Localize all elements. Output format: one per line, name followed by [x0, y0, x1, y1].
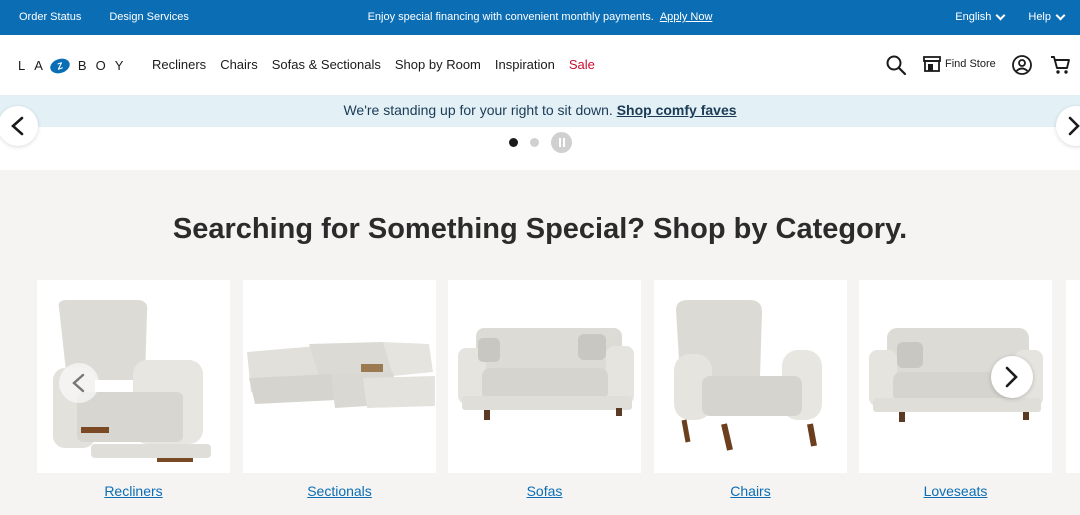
logo-text-left: LA: [18, 58, 52, 73]
sectional-image: [247, 342, 435, 408]
lazboy-logo[interactable]: LA Z BOY: [18, 55, 133, 76]
find-store-label: Find Store: [945, 58, 996, 70]
help-label: Help: [1028, 11, 1051, 23]
chevron-right-icon: [1068, 116, 1080, 136]
chair-image: [674, 300, 822, 451]
cart-icon[interactable]: [1050, 54, 1072, 76]
category-prev-button[interactable]: [59, 363, 99, 403]
store-icon: [923, 56, 941, 72]
main-navigation: LA Z BOY Recliners Chairs Sofas & Sectio…: [0, 35, 1080, 95]
chevron-down-icon: [1055, 10, 1066, 20]
chevron-down-icon: [995, 10, 1006, 20]
category-card-sectionals[interactable]: [243, 280, 436, 473]
logo-text-right: BOY: [77, 58, 133, 73]
language-label: English: [955, 11, 992, 23]
nav-item-shop-by-room[interactable]: Shop by Room: [395, 57, 481, 72]
carousel-dot-1[interactable]: [509, 138, 518, 147]
shop-by-category-section: Searching for Something Special? Shop by…: [0, 170, 1080, 515]
nav-item-inspiration[interactable]: Inspiration: [495, 57, 555, 72]
search-icon[interactable]: [885, 54, 907, 76]
category-card-peek: [1066, 280, 1080, 473]
shop-comfy-faves-link[interactable]: Shop comfy faves: [617, 102, 737, 118]
category-card-chairs[interactable]: [654, 280, 847, 473]
chevron-left-icon: [11, 116, 24, 136]
chevron-right-icon: [1005, 366, 1018, 388]
find-store-link[interactable]: Find Store: [923, 56, 996, 72]
banner-prev-button[interactable]: [0, 106, 38, 146]
financing-message: Enjoy special financing with convenient …: [0, 11, 1080, 23]
promo-text: We're standing up for your right to sit …: [343, 102, 613, 118]
category-label-loveseats[interactable]: Loveseats: [859, 483, 1052, 499]
nav-item-sale[interactable]: Sale: [569, 57, 595, 72]
category-card-recliners[interactable]: [37, 280, 230, 473]
category-heading: Searching for Something Special? Shop by…: [172, 213, 908, 245]
category-card-sofas[interactable]: [448, 280, 641, 473]
financing-text: Enjoy special financing with convenient …: [367, 11, 654, 23]
account-icon[interactable]: [1011, 54, 1033, 76]
category-next-button[interactable]: [991, 356, 1033, 398]
chevron-left-icon: [72, 373, 85, 393]
help-dropdown[interactable]: Help: [1028, 10, 1066, 23]
utility-right-links: English Help: [955, 10, 1066, 23]
nav-item-chairs[interactable]: Chairs: [220, 57, 258, 72]
category-label-chairs[interactable]: Chairs: [654, 483, 847, 499]
sofa-image: [458, 328, 634, 420]
language-dropdown[interactable]: English: [955, 10, 1006, 23]
category-label-sectionals[interactable]: Sectionals: [243, 483, 436, 499]
category-label-recliners[interactable]: Recliners: [37, 483, 230, 499]
nav-icon-group: Find Store: [880, 35, 1080, 95]
category-label-sofas[interactable]: Sofas: [448, 483, 641, 499]
carousel-indicators: [509, 132, 572, 153]
nav-item-sofas-sectionals[interactable]: Sofas & Sectionals: [272, 57, 381, 72]
pause-icon[interactable]: [551, 132, 572, 153]
banner-next-button[interactable]: [1056, 106, 1080, 146]
nav-item-recliners[interactable]: Recliners: [152, 57, 206, 72]
promo-banner: We're standing up for your right to sit …: [0, 95, 1080, 127]
primary-nav-links: Recliners Chairs Sofas & Sectionals Shop…: [152, 57, 595, 72]
utility-bar: Order Status Design Services Enjoy speci…: [0, 0, 1080, 35]
carousel-dot-2[interactable]: [530, 138, 539, 147]
apply-now-link[interactable]: Apply Now: [660, 11, 713, 23]
